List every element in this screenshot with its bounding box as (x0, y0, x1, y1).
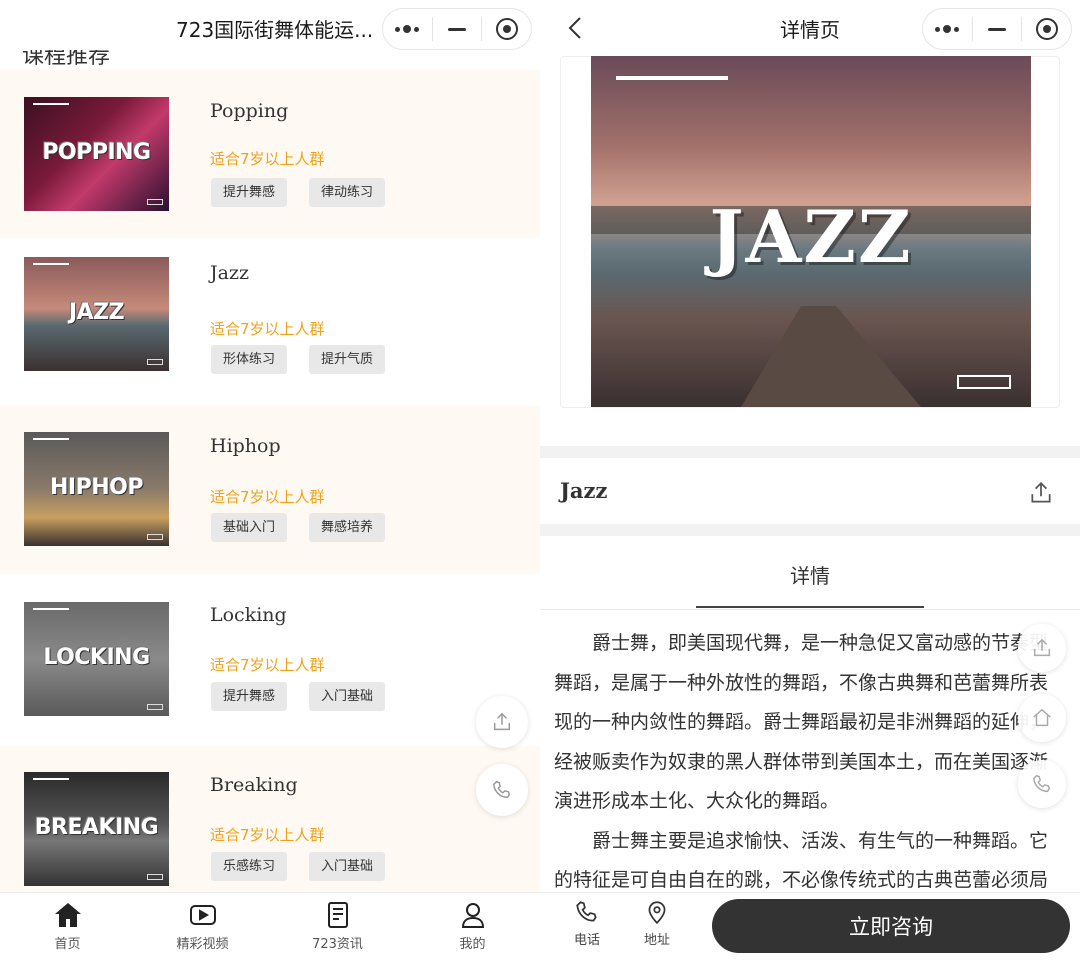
phone-icon (1032, 774, 1051, 793)
detail-article: 爵士舞，即美国现代舞，是一种急促又富动感的节奏型舞蹈，是属于一种外放性的舞蹈，不… (554, 624, 1064, 892)
divider (540, 609, 1080, 610)
news-icon (327, 902, 348, 928)
course-tag: 基础入门 (211, 513, 288, 542)
course-list-screen: 723国际街舞体能运... 课程推荐 POPPING Popping 适合7岁以… (0, 0, 540, 960)
tab-underline (696, 606, 924, 608)
tab-video[interactable]: 精彩视频 (135, 893, 270, 960)
article-paragraph: 爵士舞主要是追求愉快、活泼、有生气的一种舞蹈。它的特征是可自由自在的跳，不必像传… (554, 829, 1049, 892)
share-icon (1033, 638, 1051, 657)
course-item-locking[interactable]: LOCKING Locking 适合7岁以上人群 提升舞感 入门基础 (0, 576, 540, 744)
phone-icon (492, 780, 511, 799)
tab-home[interactable]: 首页 (0, 893, 135, 960)
close-button[interactable] (1022, 9, 1071, 49)
share-float-button[interactable] (1018, 624, 1066, 672)
minimize-icon (988, 27, 1006, 31)
thumbnail-word: LOCKING (43, 645, 150, 670)
consult-button[interactable]: 立即咨询 (712, 899, 1070, 953)
tab-label: 精彩视频 (176, 937, 229, 952)
course-thumbnail: LOCKING (24, 602, 169, 716)
address-action[interactable]: 地址 (632, 899, 682, 948)
course-tag: 舞感培养 (309, 513, 386, 542)
phone-action[interactable]: 电话 (562, 899, 612, 948)
minimize-button[interactable] (433, 9, 482, 49)
chevron-left-icon (568, 17, 581, 39)
course-name: Breaking (210, 774, 298, 796)
course-tag: 律动练习 (309, 178, 386, 207)
thumbnail-word: HIPHOP (50, 475, 143, 500)
course-thumbnail: BREAKING (24, 772, 169, 886)
hero-word: JAZZ (709, 194, 913, 279)
share-float-button[interactable] (476, 696, 528, 748)
section-gap (540, 446, 1080, 458)
back-button[interactable] (568, 16, 582, 44)
course-name: Popping (210, 100, 289, 122)
share-icon (1031, 482, 1051, 503)
course-tag: 乐感练习 (211, 852, 288, 881)
course-tag: 提升气质 (309, 345, 386, 374)
article-paragraph: 爵士舞，即美国现代舞，是一种急促又富动感的节奏型舞蹈，是属于一种外放性的舞蹈，不… (554, 632, 1049, 812)
course-name: Hiphop (210, 435, 281, 457)
tab-profile[interactable]: 我的 (405, 893, 540, 960)
more-dots-icon (935, 25, 960, 33)
close-button[interactable] (482, 9, 531, 49)
share-icon (493, 712, 511, 731)
share-button[interactable] (1028, 480, 1054, 510)
course-tag: 入门基础 (309, 682, 386, 711)
course-age: 适合7岁以上人群 (210, 320, 325, 338)
detail-title: Jazz (560, 478, 608, 503)
more-dots-icon (395, 25, 420, 33)
course-age: 适合7岁以上人群 (210, 656, 325, 674)
course-tag: 形体练习 (211, 345, 288, 374)
mini-program-capsule (922, 8, 1072, 50)
course-age: 适合7岁以上人群 (210, 488, 325, 506)
course-thumbnail: JAZZ (24, 257, 169, 371)
course-tag: 提升舞感 (211, 178, 288, 207)
phone-float-button[interactable] (476, 764, 528, 816)
course-tag: 提升舞感 (211, 682, 288, 711)
tab-label: 723资讯 (312, 937, 363, 952)
phone-float-button[interactable] (1018, 760, 1066, 808)
app-title: 723国际街舞体能运... (176, 18, 374, 42)
phone-label: 电话 (573, 933, 600, 948)
course-item-breaking[interactable]: BREAKING Breaking 适合7岁以上人群 乐感练习 入门基础 (0, 746, 540, 914)
detail-screen: 详情页 JAZZ Jazz 详情 爵士舞，即美国现代舞，是一种急促又富动感的节奏… (540, 0, 1080, 960)
bottom-tab-bar: 首页 精彩视频 723资讯 我的 (0, 892, 540, 960)
close-target-icon (495, 18, 518, 40)
thumbnail-word: POPPING (42, 140, 151, 165)
more-button[interactable] (923, 9, 972, 49)
course-item-popping[interactable]: POPPING Popping 适合7岁以上人群 提升舞感 律动练习 (0, 70, 540, 238)
more-button[interactable] (383, 9, 432, 49)
mini-program-capsule (382, 8, 532, 50)
section-title: 课程推荐 (22, 50, 111, 69)
course-age: 适合7岁以上人群 (210, 826, 325, 844)
thumbnail-word: BREAKING (34, 815, 159, 840)
course-thumbnail: HIPHOP (24, 432, 169, 546)
thumbnail-word: JAZZ (68, 300, 125, 325)
home-float-button[interactable] (1018, 694, 1066, 742)
course-thumbnail: POPPING (24, 97, 169, 211)
detail-bottom-bar: 电话 地址 立即咨询 (540, 892, 1080, 960)
section-gap (540, 524, 1080, 536)
address-label: 地址 (643, 933, 670, 948)
minimize-icon (448, 27, 466, 31)
tab-label: 首页 (54, 937, 81, 952)
course-name: Locking (210, 604, 287, 626)
course-item-hiphop[interactable]: HIPHOP Hiphop 适合7岁以上人群 基础入门 舞感培养 (0, 406, 540, 574)
minimize-button[interactable] (973, 9, 1022, 49)
video-icon (189, 905, 216, 925)
home-icon (54, 903, 81, 927)
close-target-icon (1035, 18, 1058, 40)
user-icon (461, 903, 484, 928)
tab-details[interactable]: 详情 (540, 560, 1080, 589)
course-name: Jazz (210, 262, 249, 284)
location-pin-icon (648, 901, 666, 925)
tab-news[interactable]: 723资讯 (270, 893, 405, 960)
phone-icon (576, 901, 597, 922)
home-outline-icon (1033, 708, 1051, 727)
tab-label: 我的 (459, 937, 486, 952)
course-tag: 入门基础 (309, 852, 386, 881)
course-item-jazz[interactable]: JAZZ Jazz 适合7岁以上人群 形体练习 提升气质 (0, 238, 540, 406)
course-age: 适合7岁以上人群 (210, 150, 325, 168)
hero-image: JAZZ (591, 56, 1031, 407)
